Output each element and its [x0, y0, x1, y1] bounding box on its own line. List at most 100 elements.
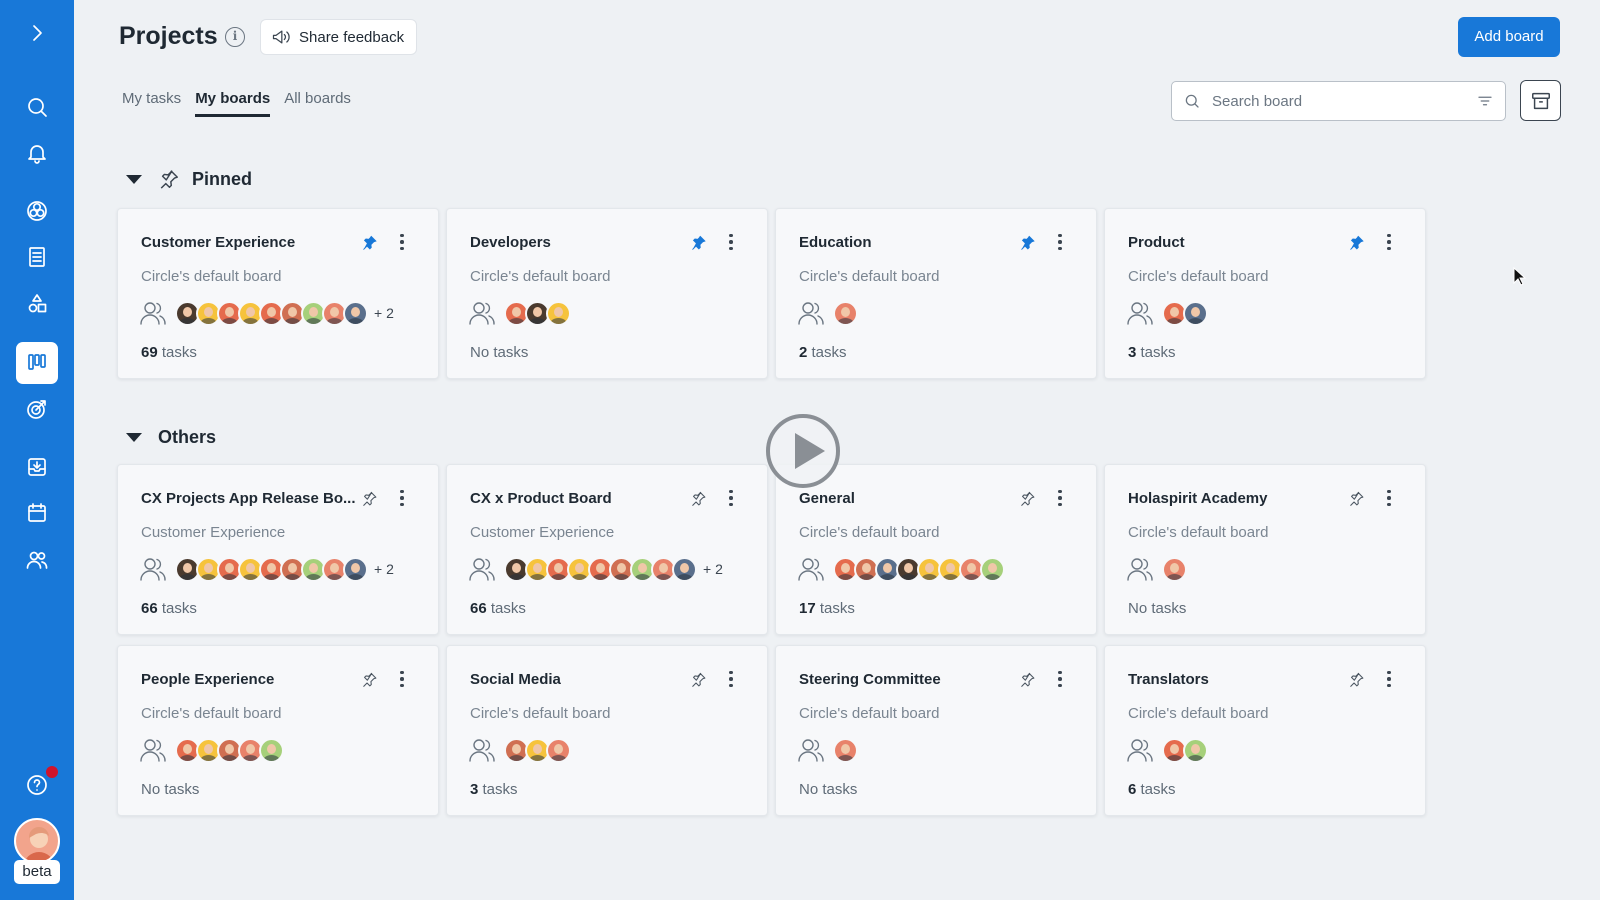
board-members[interactable]: + 2: [139, 298, 394, 328]
board-title[interactable]: Product: [1128, 234, 1343, 251]
users-icon[interactable]: [20, 543, 54, 577]
board-card[interactable]: Steering Committee Circle's default board…: [775, 645, 1097, 816]
board-title[interactable]: Steering Committee: [799, 671, 1014, 688]
more-options-icon[interactable]: [1380, 230, 1398, 254]
pin-icon[interactable]: [687, 487, 709, 509]
avatar-stack: [504, 300, 571, 326]
board-card[interactable]: Social Media Circle's default board 3 task…: [446, 645, 768, 816]
board-members[interactable]: + 2: [468, 554, 723, 584]
task-count-number: 2: [799, 344, 808, 361]
others-title: Others: [158, 427, 217, 447]
more-options-icon[interactable]: [1051, 667, 1069, 691]
users-icon: [1126, 554, 1156, 584]
more-options-icon[interactable]: [722, 667, 740, 691]
board-members[interactable]: [797, 298, 858, 328]
more-options-icon[interactable]: [1051, 486, 1069, 510]
info-icon[interactable]: i: [225, 27, 245, 47]
more-options-icon[interactable]: [393, 230, 411, 254]
board-members[interactable]: [468, 735, 571, 765]
pin-icon: [160, 170, 178, 189]
board-subtitle: Circle's default board: [799, 268, 940, 285]
board-title[interactable]: Translators: [1128, 671, 1343, 688]
pin-icon[interactable]: [358, 668, 380, 690]
tab-my-boards[interactable]: My boards: [195, 90, 271, 117]
avatar[interactable]: [14, 818, 60, 864]
board-title[interactable]: Developers: [470, 234, 685, 251]
board-icon[interactable]: [16, 342, 58, 384]
collapse-others-caret[interactable]: [126, 433, 142, 442]
add-board-button[interactable]: Add board: [1458, 17, 1560, 57]
more-options-icon[interactable]: [393, 667, 411, 691]
board-card[interactable]: People Experience Circle's default board N…: [117, 645, 439, 816]
board-title[interactable]: General: [799, 490, 1014, 507]
pin-icon[interactable]: [1016, 231, 1038, 253]
board-members[interactable]: [1126, 298, 1208, 328]
shapes-icon[interactable]: [20, 287, 54, 321]
more-options-icon[interactable]: [722, 486, 740, 510]
more-options-icon[interactable]: [1051, 230, 1069, 254]
share-feedback-button[interactable]: Share feedback: [260, 19, 418, 55]
task-count-label: No tasks: [799, 781, 858, 798]
pin-icon[interactable]: [1016, 668, 1038, 690]
board-title[interactable]: Education: [799, 234, 1014, 251]
more-options-icon[interactable]: [722, 230, 740, 254]
board-members[interactable]: + 2: [139, 554, 394, 584]
board-subtitle: Circle's default board: [799, 524, 940, 541]
board-title[interactable]: Customer Experience: [141, 234, 356, 251]
pin-icon[interactable]: [1345, 487, 1367, 509]
pin-icon[interactable]: [1345, 668, 1367, 690]
calendar-icon[interactable]: [20, 496, 54, 530]
board-members[interactable]: [797, 554, 1005, 584]
board-title[interactable]: CX x Product Board: [470, 490, 685, 507]
pin-icon[interactable]: [1345, 231, 1367, 253]
inbox-icon[interactable]: [20, 450, 54, 484]
bell-icon[interactable]: [20, 136, 54, 170]
task-count-label: No tasks: [470, 344, 529, 361]
tab-all-boards[interactable]: All boards: [284, 90, 351, 117]
board-members[interactable]: [1126, 735, 1208, 765]
pin-icon[interactable]: [1016, 487, 1038, 509]
target-icon[interactable]: [20, 392, 54, 426]
pin-icon[interactable]: [687, 668, 709, 690]
more-options-icon[interactable]: [1380, 486, 1398, 510]
help-icon[interactable]: [20, 764, 60, 802]
more-options-icon[interactable]: [393, 486, 411, 510]
board-members[interactable]: [797, 735, 858, 765]
board-members[interactable]: [468, 298, 571, 328]
tab-my-tasks[interactable]: My tasks: [122, 90, 181, 117]
board-card[interactable]: Holaspirit Academy Circle's default board…: [1104, 464, 1426, 635]
board-card[interactable]: Customer Experience Circle's default boar…: [117, 208, 439, 379]
board-card[interactable]: CX Projects App Release Bo... Customer Ex…: [117, 464, 439, 635]
board-title[interactable]: People Experience: [141, 671, 356, 688]
document-icon[interactable]: [20, 240, 54, 274]
sidebar: beta: [0, 0, 74, 900]
archive-button[interactable]: [1520, 80, 1561, 121]
member-avatar: [546, 300, 571, 326]
pin-icon[interactable]: [687, 231, 709, 253]
board-title[interactable]: Holaspirit Academy: [1128, 490, 1343, 507]
board-members[interactable]: [139, 735, 284, 765]
board-card[interactable]: Education Circle's default board 2 tasks: [775, 208, 1097, 379]
collapse-pinned-caret[interactable]: [126, 174, 142, 184]
search-icon[interactable]: [20, 90, 54, 124]
board-title[interactable]: CX Projects App Release Bo...: [141, 490, 356, 507]
pin-icon[interactable]: [358, 231, 380, 253]
board-card[interactable]: Translators Circle's default board 6 tasks: [1104, 645, 1426, 816]
pin-icon[interactable]: [358, 487, 380, 509]
board-subtitle: Circle's default board: [470, 705, 611, 722]
search-input[interactable]: [1212, 92, 1465, 110]
chevron-right-icon[interactable]: [20, 16, 54, 50]
board-members[interactable]: [1126, 554, 1187, 584]
circles-icon[interactable]: [20, 194, 54, 228]
board-card[interactable]: Developers Circle's default board No tasks: [446, 208, 768, 379]
task-count-number: 17: [799, 600, 816, 617]
filter-icon[interactable]: [1465, 82, 1505, 120]
board-subtitle: Circle's default board: [141, 705, 282, 722]
more-options-icon[interactable]: [1380, 667, 1398, 691]
board-card[interactable]: CX x Product Board Customer Experience + 2…: [446, 464, 768, 635]
board-title[interactable]: Social Media: [470, 671, 685, 688]
board-card[interactable]: General Circle's default board 17 tasks: [775, 464, 1097, 635]
board-subtitle: Circle's default board: [1128, 705, 1269, 722]
play-icon[interactable]: [766, 414, 840, 488]
board-card[interactable]: Product Circle's default board 3 tasks: [1104, 208, 1426, 379]
